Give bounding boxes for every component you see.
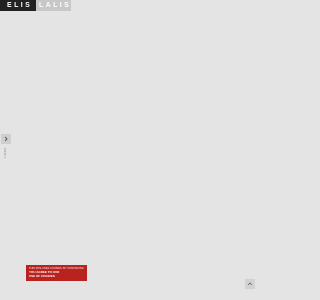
logo-secondary-text: LALIS (36, 0, 71, 11)
chevron-right-icon (3, 136, 9, 142)
sidebar-toggle-button[interactable] (1, 134, 11, 144)
cookie-banner[interactable]: THIS SITE USES COOKIES. BY CONTINUING TO… (26, 265, 87, 281)
cookie-banner-link-line-2[interactable]: USE OF COOKIES (29, 275, 84, 278)
page: ELIS LALIS MENU THIS SITE USES COOKIES. … (0, 0, 256, 300)
logo-primary-text: ELIS (0, 0, 36, 11)
cookie-banner-text: THIS SITE USES COOKIES. BY CONTINUING TO… (29, 267, 84, 270)
chevron-up-icon (247, 281, 253, 287)
cookie-banner-link-line-1[interactable]: YOU AGREE TO OUR (29, 271, 84, 274)
scroll-to-top-button[interactable] (245, 279, 255, 289)
site-logo[interactable]: ELIS LALIS (0, 0, 71, 11)
sidebar-label-text: MENU (3, 147, 8, 159)
sidebar-label: MENU (2, 148, 9, 158)
